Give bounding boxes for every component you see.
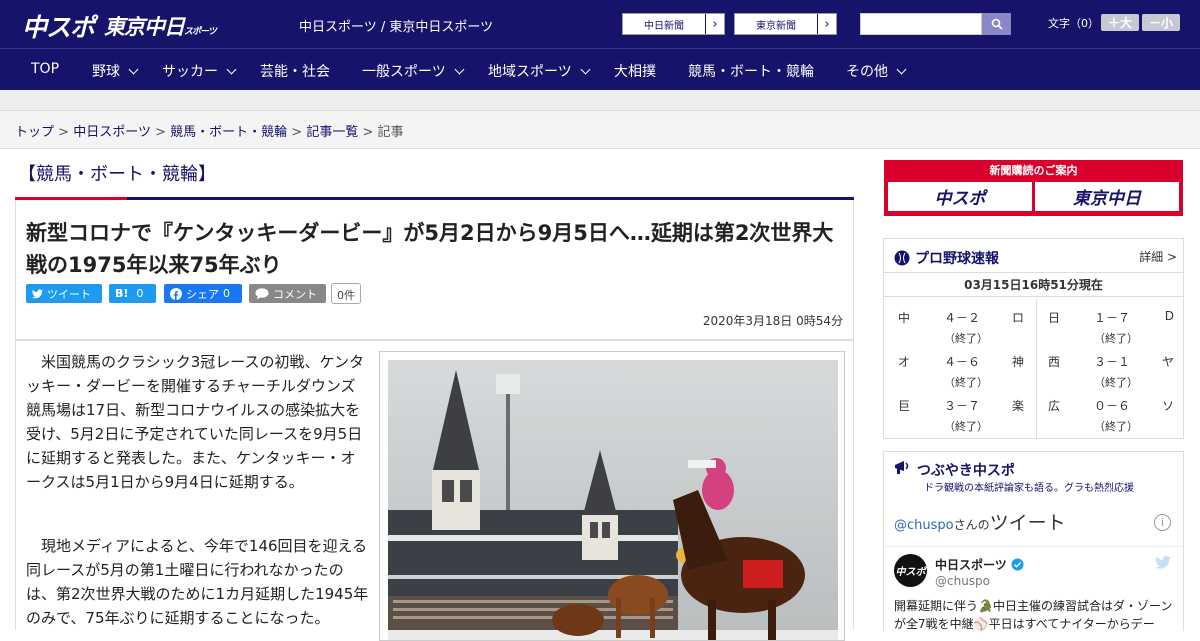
nav-soccer[interactable]: サッカー bbox=[162, 61, 237, 81]
baseball-scoreboard: プロ野球速報 詳細 > 03月15日16時51分現在 中 ４－２ ロ（終了） 日 １－… bbox=[883, 238, 1184, 439]
verified-badge-icon bbox=[1011, 558, 1024, 571]
nav-sumo[interactable]: 大相撲 bbox=[614, 61, 656, 81]
font-decrease-button[interactable]: －小 bbox=[1142, 14, 1180, 31]
article-photo-frame bbox=[379, 351, 845, 641]
divider bbox=[884, 546, 1183, 547]
breadcrumb: トップ > 中日スポーツ > 競馬・ボート・競輪 > 記事一覧 > 記事 bbox=[0, 111, 1200, 149]
article-photo[interactable] bbox=[388, 360, 838, 640]
tweet-widget-subtitle: ドラ観戦の本紙評論家も語る。グラも熱烈応援 bbox=[924, 483, 1134, 494]
twitter-handle-link[interactable]: @chuspo bbox=[894, 518, 954, 533]
comment-bubble-icon bbox=[255, 287, 269, 299]
twitter-icon bbox=[32, 288, 43, 298]
chevron-down-icon bbox=[580, 64, 591, 74]
game-score[interactable]: 日 １－７ D （終了） bbox=[1036, 303, 1184, 347]
chuspo-subscribe-link[interactable]: 中スポ bbox=[888, 182, 1032, 211]
search-button[interactable] bbox=[982, 13, 1011, 35]
ad-spacer bbox=[0, 90, 1200, 111]
section-title: 【競馬・ボート・競輪】 bbox=[18, 164, 216, 185]
game-score[interactable]: 広 ０－６ ソ（終了） bbox=[1036, 391, 1184, 435]
avatar[interactable]: 中スポ bbox=[894, 554, 927, 587]
nav-regional-sports[interactable]: 地域スポーツ bbox=[488, 61, 591, 81]
section-heading: 【競馬・ボート・競輪】 bbox=[15, 160, 854, 200]
breadcrumb-racing[interactable]: 競馬・ボート・競輪 bbox=[170, 125, 287, 140]
main-nav: TOP 野球 サッカー 芸能・社会 一般スポーツ 地域スポーツ 大相撲 競馬・ボ… bbox=[0, 48, 1200, 90]
nav-entertainment[interactable]: 芸能・社会 bbox=[260, 61, 330, 81]
comment-count: 0件 bbox=[331, 283, 361, 304]
twitter-widget: つぶやき中スポ ドラ観戦の本紙評論家も語る。グラも熱烈応援 @chuspoさんの… bbox=[883, 451, 1184, 631]
breadcrumb-article-list[interactable]: 記事一覧 bbox=[306, 125, 358, 140]
tweet-author-name[interactable]: 中日スポーツ bbox=[935, 556, 1024, 573]
facebook-icon bbox=[170, 287, 182, 300]
tokyo-shimbun-link[interactable]: 東京新聞 › bbox=[734, 13, 837, 35]
article-header: 新型コロナで『ケンタッキーダービー』が5月2日から9月5日へ…延期は第2次世界大… bbox=[15, 200, 854, 340]
font-size-label: 文字（0） bbox=[1048, 17, 1099, 30]
chevron-down-icon bbox=[226, 64, 237, 74]
hatena-icon: B! bbox=[115, 287, 129, 300]
site-title[interactable]: 中日スポーツ / 東京中日スポーツ bbox=[299, 16, 493, 35]
subscription-banner[interactable]: 新聞購読のご案内 中スポ 東京中日 bbox=[884, 160, 1183, 216]
search-input[interactable] bbox=[860, 13, 982, 35]
facebook-share-button[interactable]: シェア 0 bbox=[164, 284, 242, 303]
comment-button[interactable]: コメント bbox=[249, 284, 326, 303]
search-icon bbox=[991, 18, 1003, 30]
tokyo-chunichi-logo[interactable]: 東京中日スポーツ bbox=[104, 11, 217, 41]
nav-racing[interactable]: 競馬・ボート・競輪 bbox=[688, 61, 814, 81]
hatena-bookmark-button[interactable]: B! 0 bbox=[109, 284, 156, 303]
chevron-down-icon bbox=[128, 64, 139, 74]
game-score[interactable]: 巨 ３－７ 楽（終了） bbox=[886, 391, 1034, 435]
baseball-update-time: 03月15日16時51分現在 bbox=[884, 273, 1183, 297]
twitter-bird-icon[interactable] bbox=[1155, 556, 1171, 569]
game-score[interactable]: 西 ３－１ ヤ（終了） bbox=[1036, 347, 1184, 391]
nav-top[interactable]: TOP bbox=[31, 61, 59, 77]
chuspo-logo[interactable]: 中スポ bbox=[22, 8, 95, 44]
top-header-bar: 中スポ 東京中日スポーツ 中日スポーツ / 東京中日スポーツ 中日新聞 › 東京新… bbox=[0, 0, 1200, 48]
baseball-title: プロ野球速報 bbox=[915, 251, 999, 267]
article-date: 2020年3月18日 0時54分 bbox=[702, 314, 843, 328]
nav-other[interactable]: その他 bbox=[846, 61, 907, 81]
chunichi-shimbun-link[interactable]: 中日新聞 › bbox=[622, 13, 725, 35]
baseball-details-link[interactable]: 詳細 > bbox=[1139, 248, 1177, 265]
tweet-text: 開幕延期に伴う🐊中日主催の練習試合はダ・ゾーンが全7戦を中継⚾平日はすべてナイタ… bbox=[894, 599, 1173, 631]
breadcrumb-current: 記事 bbox=[377, 125, 404, 140]
chevron-down-icon bbox=[454, 64, 465, 74]
baseball-icon bbox=[894, 250, 910, 266]
horse-race-image bbox=[388, 360, 838, 640]
chevron-down-icon bbox=[896, 64, 907, 74]
megaphone-icon bbox=[895, 461, 909, 474]
font-increase-button[interactable]: ＋大 bbox=[1101, 14, 1139, 31]
site-logo[interactable]: 中スポ 東京中日スポーツ bbox=[22, 8, 217, 44]
chevron-right-icon: › bbox=[712, 16, 718, 32]
tweet-button[interactable]: ツイート bbox=[26, 284, 102, 303]
breadcrumb-chunichi-sports[interactable]: 中日スポーツ bbox=[73, 125, 151, 140]
info-icon[interactable]: i bbox=[1154, 514, 1171, 531]
tweets-heading: @chuspoさんのツイート bbox=[894, 512, 1066, 534]
game-score[interactable]: 中 ４－２ ロ（終了） bbox=[886, 303, 1034, 347]
tweet-widget-title: つぶやき中スポ bbox=[916, 463, 1015, 479]
tweet-author-handle[interactable]: @chuspo bbox=[935, 574, 990, 588]
nav-baseball[interactable]: 野球 bbox=[92, 61, 139, 81]
breadcrumb-top[interactable]: トップ bbox=[15, 125, 54, 140]
tokyo-chunichi-subscribe-link[interactable]: 東京中日 bbox=[1035, 182, 1179, 211]
game-score[interactable]: オ ４－６ 神（終了） bbox=[886, 347, 1034, 391]
chevron-right-icon: › bbox=[824, 16, 830, 32]
article-paragraph-1: 米国競馬のクラシック3冠レースの初戦、ケンタッキー・ダービーを開催するチャーチル… bbox=[26, 353, 365, 491]
subscription-title: 新聞購読のご案内 bbox=[989, 164, 1078, 177]
article-paragraph-2: 現地メディアによると、今年で146回目を迎える同レースが5月の第1土曜日に行われ… bbox=[26, 537, 369, 627]
article-headline: 新型コロナで『ケンタッキーダービー』が5月2日から9月5日へ…延期は第2次世界大… bbox=[26, 221, 834, 277]
article-body: 米国競馬のクラシック3冠レースの初戦、ケンタッキー・ダービーを開催するチャーチル… bbox=[15, 340, 854, 641]
nav-general-sports[interactable]: 一般スポーツ bbox=[362, 61, 465, 81]
